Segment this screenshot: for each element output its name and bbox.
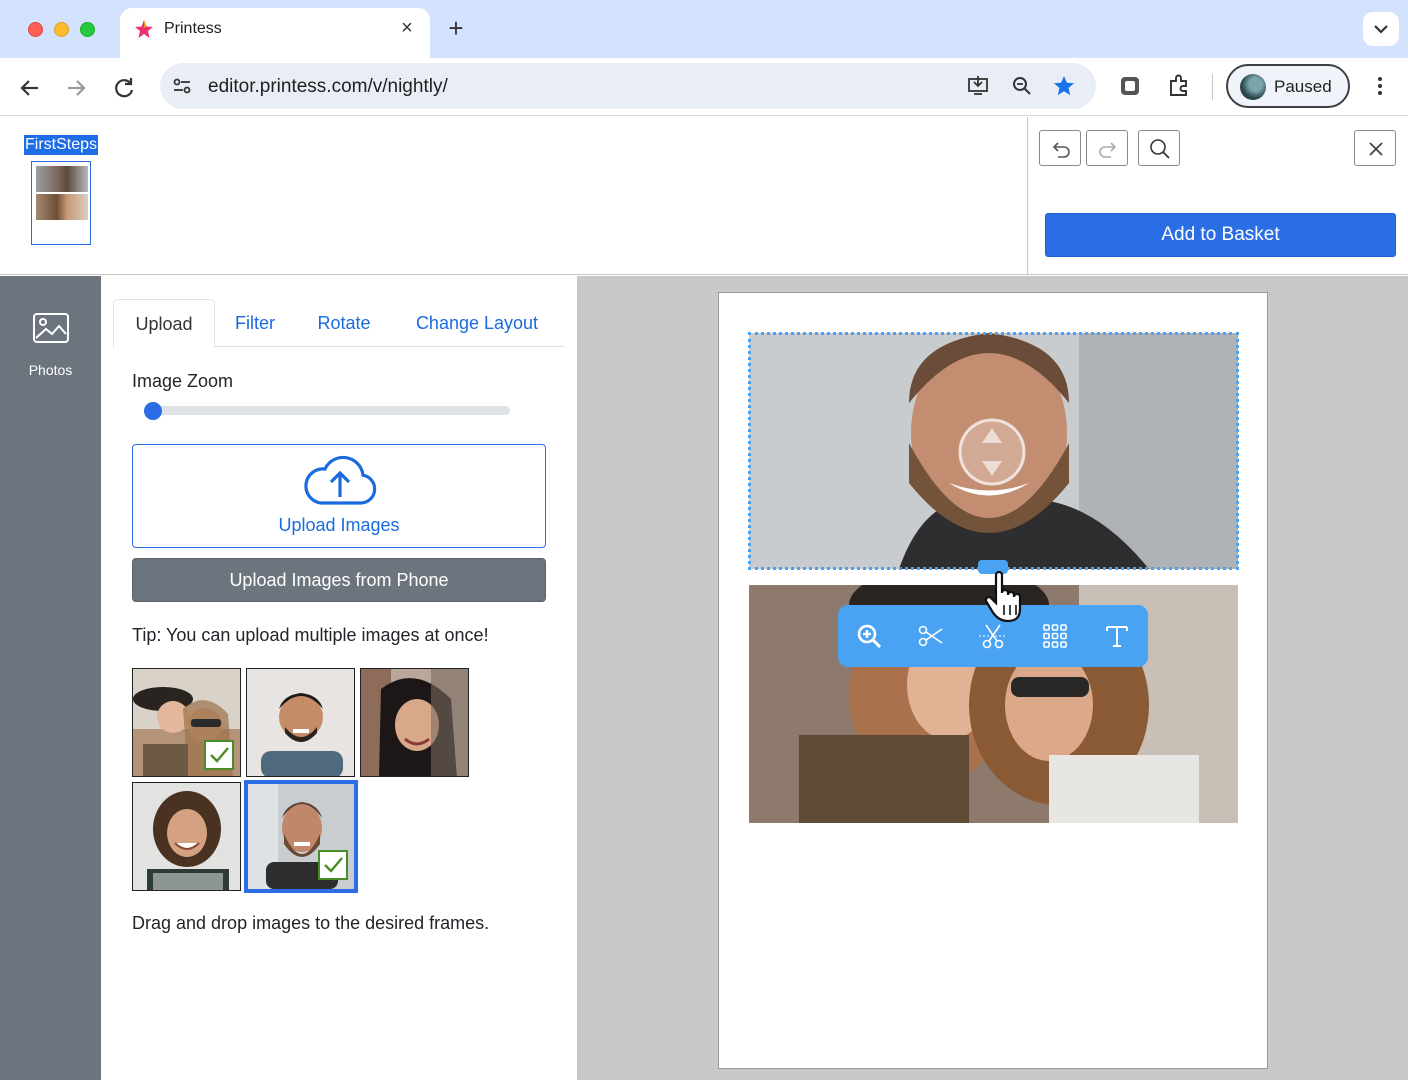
image-thumbnail[interactable] <box>132 782 241 891</box>
preview-button[interactable] <box>1138 130 1180 166</box>
image-zoom-slider-thumb[interactable] <box>144 402 162 420</box>
upload-images-label: Upload Images <box>278 515 400 535</box>
address-bar[interactable]: editor.printess.com/v/nightly/ <box>160 63 1096 109</box>
tab-search-button[interactable] <box>1363 12 1399 46</box>
image-thumbnail[interactable] <box>132 668 241 777</box>
design-page <box>718 292 1268 1069</box>
image-zoom-label: Image Zoom <box>132 371 234 391</box>
photo-curly-hair-woman-image <box>133 783 240 890</box>
header-divider <box>1027 117 1028 275</box>
upload-tip-text: Tip: You can upload multiple images at o… <box>132 625 489 645</box>
thumbnail-photo-bottom <box>36 194 88 220</box>
photo-freckled-woman-image <box>361 669 468 776</box>
install-app-icon[interactable] <box>966 74 990 98</box>
url-text[interactable]: editor.printess.com/v/nightly/ <box>208 76 448 98</box>
upload-from-phone-button[interactable]: Upload Images from Phone <box>132 558 546 602</box>
editor-sidebar: Photos <box>0 276 101 1080</box>
profile-button[interactable]: Paused <box>1226 64 1350 108</box>
tab-change-layout[interactable]: Change Layout <box>401 299 553 348</box>
new-tab-button[interactable]: + <box>442 15 470 43</box>
drag-drop-tip-text: Drag and drop images to the desired fram… <box>132 913 490 933</box>
hand-cursor-icon <box>984 571 1022 623</box>
selected-check-icon <box>318 850 348 880</box>
zoom-in-icon[interactable] <box>855 622 883 650</box>
extensions-puzzle-icon[interactable] <box>1165 72 1193 100</box>
forward-arrow-icon[interactable] <box>60 72 92 104</box>
reload-icon[interactable] <box>108 72 140 104</box>
sidebar-item-photos[interactable]: Photos <box>0 362 101 378</box>
photos-icon[interactable] <box>32 312 70 346</box>
text-tool-icon[interactable] <box>1103 622 1131 650</box>
undo-button[interactable] <box>1039 130 1081 166</box>
selected-check-icon <box>204 740 234 770</box>
window-close-button[interactable] <box>28 22 43 37</box>
more-menu-icon[interactable] <box>1366 72 1394 100</box>
image-thumbnail-selected[interactable] <box>244 780 358 893</box>
upload-images-button[interactable]: Upload Images <box>132 444 546 548</box>
image-thumbnail[interactable] <box>246 668 355 777</box>
chevron-down-icon <box>1374 25 1388 34</box>
split-frame-icon[interactable] <box>979 622 1007 650</box>
close-icon <box>1369 142 1383 156</box>
profile-status-label: Paused <box>1274 77 1332 96</box>
editor-header: FirstSteps Add to Basket <box>0 117 1408 275</box>
back-arrow-icon[interactable] <box>14 72 46 104</box>
photo-smiling-man-image <box>247 669 354 776</box>
zoom-icon[interactable] <box>1010 74 1034 98</box>
tab-rotate[interactable]: Rotate <box>303 299 385 348</box>
thumbnail-photo-top <box>36 166 88 192</box>
scissors-icon[interactable] <box>917 622 945 650</box>
tab-close-icon[interactable]: × <box>396 16 418 40</box>
cloud-upload-icon <box>304 455 377 505</box>
image-zoom-slider[interactable] <box>145 406 510 415</box>
photos-panel: Upload Filter Rotate Change Layout Image… <box>101 276 578 1080</box>
close-editor-button[interactable] <box>1354 130 1396 166</box>
magnifier-icon <box>1150 139 1170 159</box>
browser-toolbar: editor.printess.com/v/nightly/ Paused <box>0 58 1408 116</box>
toolbar-divider <box>1212 74 1213 100</box>
site-settings-icon[interactable] <box>170 74 194 98</box>
page-thumbnail[interactable] <box>31 161 91 245</box>
avatar <box>1240 74 1266 100</box>
tab-upload[interactable]: Upload <box>113 299 215 348</box>
grid-layout-icon[interactable] <box>1041 622 1069 650</box>
tab-title: Printess <box>164 20 222 37</box>
printess-favicon-icon <box>135 20 153 38</box>
redo-icon <box>1099 142 1117 158</box>
redo-button[interactable] <box>1086 130 1128 166</box>
window-zoom-button[interactable] <box>80 22 95 37</box>
selected-frame-outline <box>748 332 1239 570</box>
panel-tabs: Upload Filter Rotate Change Layout <box>113 299 565 348</box>
browser-tab-printess[interactable]: Printess × <box>120 8 430 58</box>
add-to-basket-button[interactable]: Add to Basket <box>1045 213 1396 257</box>
design-canvas <box>578 276 1408 1080</box>
tab-filter[interactable]: Filter <box>219 299 291 348</box>
extension-app-icon[interactable] <box>1116 72 1144 100</box>
window-minimize-button[interactable] <box>54 22 69 37</box>
image-thumbnail[interactable] <box>360 668 469 777</box>
page-name-label[interactable]: FirstSteps <box>24 135 99 155</box>
bookmark-star-icon[interactable] <box>1052 74 1076 98</box>
browser-tab-bar: Printess × + <box>0 0 1408 58</box>
undo-icon <box>1052 142 1070 158</box>
